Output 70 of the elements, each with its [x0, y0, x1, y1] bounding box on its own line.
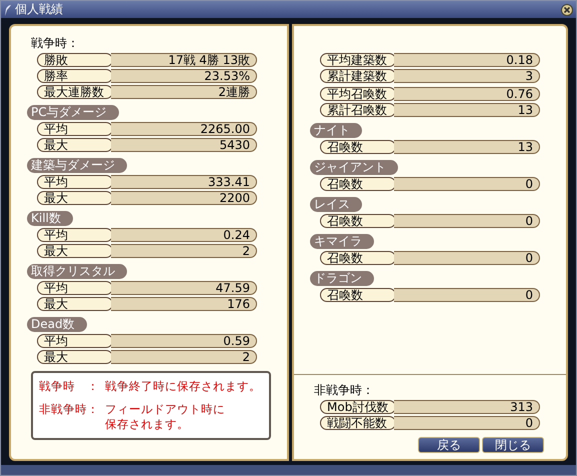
- note-term: 非戦争時：: [39, 402, 100, 418]
- group-title: ナイト: [310, 123, 362, 138]
- section-heading: 戦争時：: [30, 36, 80, 50]
- note-text: フィールドアウト時に: [105, 402, 225, 417]
- stat-value: 2連勝: [111, 85, 257, 99]
- group-title: 取得クリスタル: [27, 264, 127, 279]
- stat-value: 0: [394, 177, 540, 191]
- stat-label: 召喚数: [320, 251, 396, 265]
- stat-value: 176: [111, 297, 257, 311]
- group-title: 建築与ダメージ: [27, 158, 127, 173]
- stat-value: 3: [394, 69, 540, 83]
- stat-value: 13: [394, 103, 540, 117]
- window-title: 個人戦績: [15, 1, 63, 18]
- stat-label: 召喚数: [320, 140, 396, 154]
- stat-label: 累計建築数: [320, 69, 396, 83]
- close-button[interactable]: [561, 4, 573, 16]
- stat-value: 2265.00: [111, 122, 257, 136]
- group-title: Kill数: [27, 211, 73, 226]
- stat-value: 23.53%: [111, 69, 257, 83]
- stat-label: 勝率: [37, 69, 113, 83]
- stat-value: 13: [394, 140, 540, 154]
- group-title: Dead数: [27, 317, 87, 332]
- note-text: 戦争終了時に保存されます。: [105, 379, 261, 394]
- group-title: キマイラ: [310, 234, 374, 249]
- stat-value: 17戦 4勝 13敗: [111, 53, 257, 67]
- stat-value: 0: [394, 251, 540, 265]
- stat-value: 47.59: [111, 281, 257, 295]
- stat-value: 0: [394, 288, 540, 302]
- stat-label: 平均: [37, 334, 113, 348]
- section-heading: 非戦争時：: [313, 383, 375, 397]
- stat-value: 0: [394, 214, 540, 228]
- stat-value: 0.59: [111, 334, 257, 348]
- stat-label: 最大: [37, 297, 113, 311]
- stat-label: Mob討伐数: [320, 400, 396, 414]
- feather-icon: [4, 4, 12, 16]
- stat-value: 313: [394, 400, 540, 414]
- stat-label: 平均建築数: [320, 53, 396, 67]
- stat-value: 0.76: [394, 87, 540, 101]
- stat-label: 戦闘不能数: [320, 416, 396, 430]
- stat-label: 最大連勝数: [37, 85, 113, 99]
- stat-label: 平均召喚数: [320, 87, 396, 101]
- stat-value: 2: [111, 350, 257, 364]
- stat-label: 累計召喚数: [320, 103, 396, 117]
- group-title: ドラゴン: [310, 271, 374, 286]
- stat-label: 最大: [37, 350, 113, 364]
- back-button[interactable]: 戻る: [418, 437, 480, 453]
- stat-value: 2200: [111, 191, 257, 205]
- stat-value: 333.41: [111, 175, 257, 189]
- stat-value: 0: [394, 416, 540, 430]
- stat-label: 最大: [37, 191, 113, 205]
- stat-label: 平均: [37, 175, 113, 189]
- group-title: PC与ダメージ: [27, 105, 119, 120]
- note-term: 戦争時 ：: [39, 379, 100, 394]
- note-text: 保存されます。: [105, 417, 190, 432]
- stat-value: 0.18: [394, 53, 540, 67]
- group-title: ジャイアント: [310, 160, 398, 175]
- close-dialog-button[interactable]: 閉じる: [482, 437, 544, 453]
- stat-label: 召喚数: [320, 177, 396, 191]
- group-title: レイス: [310, 197, 362, 212]
- stat-label: 勝敗: [37, 53, 113, 67]
- stat-value: 2: [111, 244, 257, 258]
- stat-label: 平均: [37, 122, 113, 136]
- stat-label: 平均: [37, 228, 113, 242]
- stat-label: 召喚数: [320, 288, 396, 302]
- stat-value: 0.24: [111, 228, 257, 242]
- stat-label: 最大: [37, 244, 113, 258]
- stat-label: 最大: [37, 138, 113, 152]
- stat-value: 5430: [111, 138, 257, 152]
- stat-label: 召喚数: [320, 214, 396, 228]
- stat-label: 平均: [37, 281, 113, 295]
